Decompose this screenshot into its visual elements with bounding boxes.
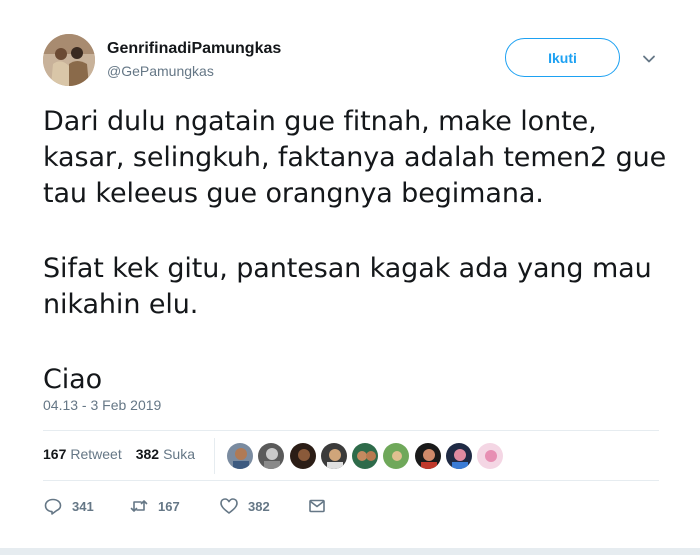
- tweet-text-line: Sifat kek gitu, pantesan kagak ada yang …: [43, 253, 652, 284]
- tweet-text-line: nikahin elu.: [43, 289, 199, 320]
- retweet-stat[interactable]: 167 Retweet: [43, 446, 122, 462]
- liker-avatar[interactable]: [319, 442, 348, 470]
- retweet-count: 167: [43, 446, 67, 462]
- user-handle[interactable]: @GePamungkas: [107, 63, 214, 79]
- retweet-icon: [130, 500, 148, 512]
- tweet-text-line: kasar, selingkuh, faktanya adalah temen2…: [43, 142, 667, 173]
- engagement-stats: 167 Retweet 382 Suka: [43, 446, 209, 462]
- liker-avatar[interactable]: [288, 442, 317, 470]
- divider: [214, 438, 215, 474]
- divider: [43, 480, 659, 481]
- liker-avatar[interactable]: [226, 442, 254, 470]
- chevron-down-icon[interactable]: [640, 50, 658, 68]
- reply-icon: [44, 498, 62, 515]
- tweet-actions: 341 167 382: [43, 496, 327, 516]
- heart-icon: [220, 498, 238, 514]
- liker-avatar[interactable]: [351, 442, 380, 470]
- retweet-label: Retweet: [70, 446, 122, 462]
- tweet-card: GenrifinadiPamungkas @GePamungkas Ikuti …: [0, 0, 700, 548]
- liker-avatars: [226, 442, 508, 470]
- liker-avatar[interactable]: [476, 442, 505, 470]
- reply-count: 341: [72, 498, 94, 514]
- liker-avatar[interactable]: [257, 442, 286, 470]
- tweet-text-line: Dari dulu ngatain gue fitnah, make lonte…: [43, 106, 597, 137]
- page-background: [0, 548, 700, 555]
- divider: [43, 430, 659, 431]
- follow-button[interactable]: Ikuti: [505, 38, 620, 77]
- tweet-text-line: Ciao: [43, 364, 103, 395]
- liker-avatar[interactable]: [382, 442, 411, 470]
- like-button[interactable]: 382: [219, 496, 307, 516]
- tweet-timestamp[interactable]: 04.13 - 3 Feb 2019: [43, 397, 161, 413]
- envelope-icon: [309, 499, 325, 513]
- like-label: Suka: [163, 446, 195, 462]
- like-stat[interactable]: 382 Suka: [136, 446, 195, 462]
- retweet-button[interactable]: 167: [129, 496, 219, 516]
- reply-button[interactable]: 341: [43, 496, 129, 516]
- like-count: 382: [135, 446, 160, 462]
- like-action-count: 382: [248, 498, 270, 514]
- liker-avatar[interactable]: [413, 442, 442, 470]
- tweet-text: Dari dulu ngatain gue fitnah, make lonte…: [43, 104, 683, 398]
- display-name[interactable]: GenrifinadiPamungkas: [107, 40, 281, 58]
- liker-avatar[interactable]: [445, 442, 474, 470]
- direct-message-button[interactable]: [307, 496, 327, 516]
- tweet-text-line: tau keleeus gue orangnya begimana.: [43, 178, 544, 209]
- retweet-action-count: 167: [158, 498, 180, 514]
- avatar[interactable]: [43, 34, 95, 86]
